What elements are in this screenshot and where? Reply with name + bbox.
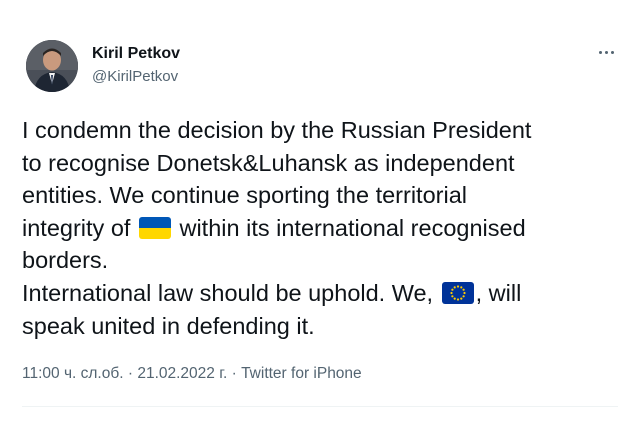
- more-options-button[interactable]: [592, 42, 620, 62]
- tweet-line: to recognise Donetsk&Luhansk as independ…: [22, 149, 515, 176]
- tweet-text-fragment: within its international recognised: [172, 214, 526, 241]
- tweet-line: integrity of within its international re…: [22, 212, 622, 245]
- tweet-text: I condemn the decision by the Russian Pr…: [22, 114, 622, 342]
- author-handle[interactable]: @KirilPetkov: [92, 67, 178, 87]
- more-horizontal-icon: [610, 50, 614, 54]
- tweet-text-fragment: integrity of: [22, 214, 137, 241]
- tweet-metadata: 11:00 ч. сл.об. · 21.02.2022 г. · Twitte…: [22, 364, 362, 384]
- profile-photo-icon: [26, 40, 78, 92]
- divider: [22, 406, 618, 407]
- tweet-time[interactable]: 11:00 ч. сл.об.: [22, 365, 124, 382]
- tweet-line: speak united in defending it.: [22, 312, 315, 339]
- flag-eu-icon: [441, 281, 474, 304]
- meta-separator: ·: [123, 365, 138, 382]
- meta-separator: ·: [227, 365, 242, 382]
- tweet-text-fragment: International law should be uphold. We,: [22, 279, 440, 306]
- tweet-line: International law should be uphold. We, …: [22, 277, 622, 310]
- tweet-line: borders.: [22, 247, 109, 274]
- more-horizontal-icon: [598, 50, 602, 54]
- more-horizontal-icon: [604, 50, 608, 54]
- tweet-line: entities. We continue sporting the terri…: [22, 182, 467, 209]
- author-name[interactable]: Kiril Petkov: [92, 44, 180, 64]
- tweet-line: I condemn the decision by the Russian Pr…: [22, 117, 532, 143]
- flag-ukraine-icon: [138, 216, 171, 239]
- tweet-text-fragment: , will: [475, 279, 522, 306]
- tweet-source-link[interactable]: Twitter for iPhone: [241, 365, 362, 382]
- author-avatar[interactable]: [26, 40, 78, 92]
- tweet-card: Kiril Petkov @KirilPetkov I condemn the …: [0, 0, 640, 439]
- tweet-date[interactable]: 21.02.2022 г.: [137, 365, 227, 382]
